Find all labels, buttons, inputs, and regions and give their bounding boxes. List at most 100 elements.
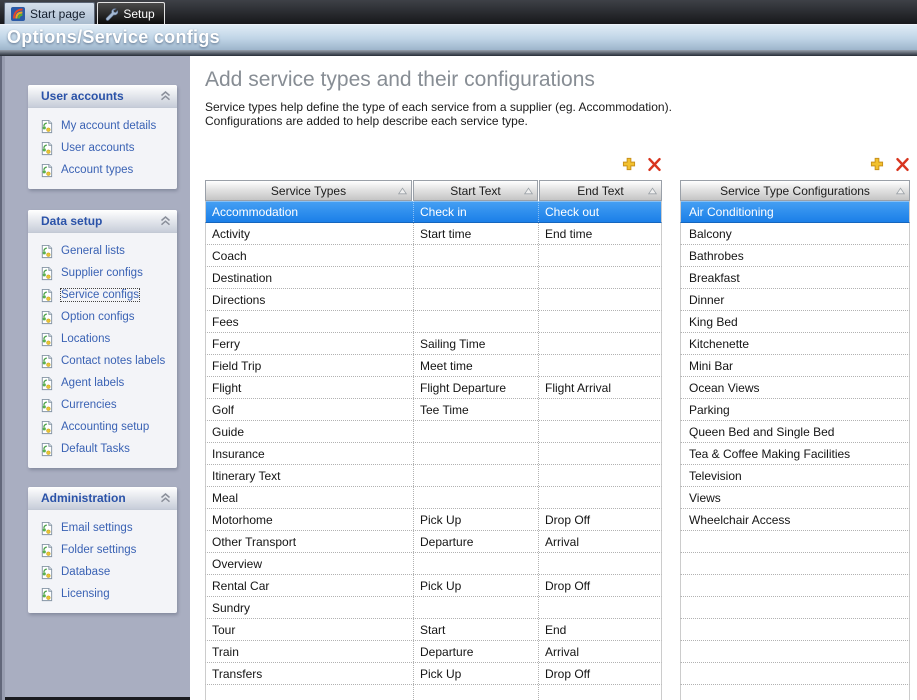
tab-start-page[interactable]: Start page	[4, 2, 95, 24]
table-row[interactable]: Itinerary Text	[205, 465, 662, 487]
empty-row	[680, 641, 910, 663]
cell-start-text	[413, 553, 538, 574]
table-row[interactable]: Field Trip Meet time	[205, 355, 662, 377]
cell-start-text: Meet time	[413, 355, 538, 376]
sidebar-item[interactable]: Supplier configs	[28, 262, 177, 284]
cell-configuration: Balcony	[681, 223, 909, 244]
wrench-icon	[104, 7, 118, 21]
sidebar-item-label: Service configs	[61, 289, 139, 301]
table-row[interactable]: Activity Start time End time	[205, 223, 662, 245]
sidebar-item[interactable]: Account types	[28, 159, 177, 181]
sort-ascending-icon	[398, 187, 407, 195]
table-row[interactable]: Destination	[205, 267, 662, 289]
table-row[interactable]: Sundry	[205, 597, 662, 619]
page-icon	[39, 332, 54, 347]
sidebar-item[interactable]: Default Tasks	[28, 438, 177, 460]
cell-configuration: Television	[681, 465, 909, 486]
sidebar-item-label: Locations	[61, 333, 110, 345]
column-header[interactable]: End Text	[539, 180, 662, 201]
table-row[interactable]: Tea & Coffee Making Facilities	[680, 443, 910, 465]
table-row[interactable]: Mini Bar	[680, 355, 910, 377]
table-row[interactable]: Rental Car Pick Up Drop Off	[205, 575, 662, 597]
sidebar-item-label: Supplier configs	[61, 267, 143, 279]
sidebar-item[interactable]: Database	[28, 561, 177, 583]
table-row[interactable]: Queen Bed and Single Bed	[680, 421, 910, 443]
sidebar-item[interactable]: Email settings	[28, 517, 177, 539]
table-row[interactable]: Other Transport Departure Arrival	[205, 531, 662, 553]
sidebar: User accounts My account details	[0, 56, 190, 700]
table-row[interactable]: Bathrobes	[680, 245, 910, 267]
sidebar-item[interactable]: Currencies	[28, 394, 177, 416]
table-row[interactable]: Kitchenette	[680, 333, 910, 355]
table-row[interactable]: Television	[680, 465, 910, 487]
table-row[interactable]: Wheelchair Access	[680, 509, 910, 531]
add-service-type-button[interactable]	[621, 156, 637, 172]
delete-service-type-button[interactable]	[646, 156, 662, 172]
sidebar-item[interactable]: User accounts	[28, 137, 177, 159]
table-row[interactable]: Guide	[205, 421, 662, 443]
add-configuration-button[interactable]	[869, 156, 885, 172]
table-row[interactable]: Meal	[205, 487, 662, 509]
sidebar-item[interactable]: Folder settings	[28, 539, 177, 561]
table-row[interactable]: Insurance	[205, 443, 662, 465]
table-row[interactable]: Breakfast	[680, 267, 910, 289]
column-header-label: End Text	[577, 184, 623, 198]
sidebar-item-label: My account details	[61, 120, 156, 132]
service-types-header: Service Types Start Text End Text	[205, 180, 662, 201]
table-row[interactable]: Ocean Views	[680, 377, 910, 399]
cell-service-type: Overview	[206, 553, 413, 574]
sidebar-item[interactable]: Agent labels	[28, 372, 177, 394]
sidebar-item[interactable]: Service configs	[28, 284, 177, 306]
table-row[interactable]: Accommodation Check in Check out	[205, 201, 662, 223]
section-header-user-accounts[interactable]: User accounts	[28, 85, 177, 108]
table-row[interactable]: Transfers Pick Up Drop Off	[205, 663, 662, 685]
table-row[interactable]: Motorhome Pick Up Drop Off	[205, 509, 662, 531]
sidebar-item[interactable]: Contact notes labels	[28, 350, 177, 372]
column-header[interactable]: Service Types	[205, 180, 412, 201]
sidebar-item-label: Option configs	[61, 311, 135, 323]
table-row[interactable]: Tour Start End	[205, 619, 662, 641]
page-icon	[39, 398, 54, 413]
tab-setup[interactable]: Setup	[97, 2, 164, 24]
sidebar-item[interactable]: Accounting setup	[28, 416, 177, 438]
cell-start-text: Pick Up	[413, 575, 538, 596]
table-row[interactable]: Flight Flight Departure Flight Arrival	[205, 377, 662, 399]
cell-start-text: Check in	[413, 201, 538, 222]
table-row[interactable]: Golf Tee Time	[205, 399, 662, 421]
cell-start-text	[413, 245, 538, 266]
table-row[interactable]: Coach	[205, 245, 662, 267]
sidebar-item[interactable]: Locations	[28, 328, 177, 350]
table-row[interactable]: Train Departure Arrival	[205, 641, 662, 663]
sidebar-item[interactable]: Licensing	[28, 583, 177, 605]
cell-start-text: Start time	[413, 223, 538, 244]
table-row[interactable]: Balcony	[680, 223, 910, 245]
cell-configuration: Kitchenette	[681, 333, 909, 354]
sidebar-item[interactable]: My account details	[28, 115, 177, 137]
column-header[interactable]: Start Text	[413, 180, 538, 201]
cell-start-text	[413, 267, 538, 288]
table-row[interactable]: Directions	[205, 289, 662, 311]
table-row[interactable]: Air Conditioning	[680, 201, 910, 223]
table-row[interactable]: Views	[680, 487, 910, 509]
page-icon	[39, 141, 54, 156]
cell-start-text: Pick Up	[413, 509, 538, 530]
section-header-data-setup[interactable]: Data setup	[28, 210, 177, 233]
section-header-administration[interactable]: Administration	[28, 487, 177, 510]
page-icon	[39, 442, 54, 457]
page-icon	[39, 244, 54, 259]
column-header-label: Start Text	[450, 184, 500, 198]
cell-start-text	[413, 465, 538, 486]
table-row[interactable]: King Bed	[680, 311, 910, 333]
cell-end-text	[538, 289, 661, 310]
cell-start-text: Flight Departure	[413, 377, 538, 398]
table-row[interactable]: Fees	[205, 311, 662, 333]
main-content: Add service types and their configuratio…	[190, 56, 917, 700]
table-row[interactable]: Parking	[680, 399, 910, 421]
table-row[interactable]: Ferry Sailing Time	[205, 333, 662, 355]
table-row[interactable]: Overview	[205, 553, 662, 575]
column-header[interactable]: Service Type Configurations	[680, 180, 910, 201]
delete-configuration-button[interactable]	[894, 156, 910, 172]
table-row[interactable]: Dinner	[680, 289, 910, 311]
sidebar-item[interactable]: Option configs	[28, 306, 177, 328]
sidebar-item[interactable]: General lists	[28, 240, 177, 262]
